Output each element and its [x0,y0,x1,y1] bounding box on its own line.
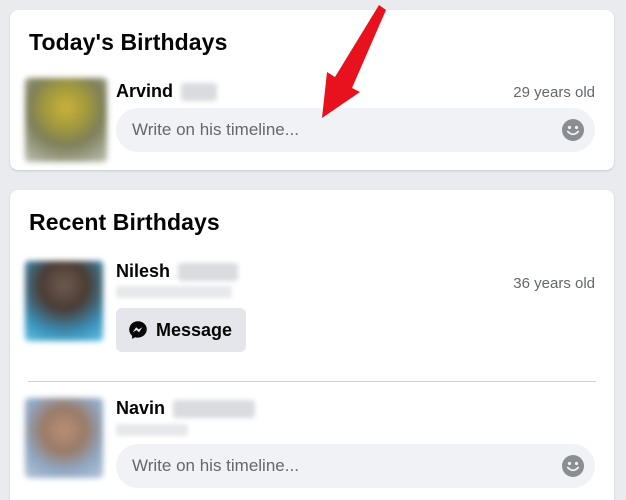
nilesh-age: 36 years old [513,275,595,292]
arvind-timeline-placeholder: Write on his timeline... [132,120,299,139]
birthdays-page: Today's Birthdays Arvind 29 years old Wr… [0,0,626,500]
arvind-age: 29 years old [513,84,595,101]
arvind-name-row[interactable]: Arvind [116,81,218,102]
nilesh-last-name-redacted [178,262,239,281]
navin-timeline-placeholder: Write on his timeline... [132,456,299,475]
arvind-last-name-redacted [181,82,218,101]
todays-birthdays-card: Today's Birthdays Arvind 29 years old Wr… [10,10,614,170]
navin-first-name[interactable]: Navin [116,398,165,419]
recent-birthdays-card: Recent Birthdays Nilesh 36 years old Mes… [10,190,614,500]
navin-subtitle-redacted [116,424,188,436]
navin-name-row[interactable]: Navin [116,398,256,419]
arvind-first-name[interactable]: Arvind [116,81,173,102]
nilesh-subtitle-redacted [116,286,232,298]
nilesh-first-name[interactable]: Nilesh [116,261,170,282]
todays-birthdays-title: Today's Birthdays [29,29,228,55]
person-divider [28,381,596,382]
navin-last-name-redacted [173,399,256,418]
navin-avatar[interactable] [25,398,103,478]
message-button[interactable]: Message [116,308,247,352]
arvind-timeline-input[interactable]: Write on his timeline... [116,108,595,152]
navin-timeline-input[interactable]: Write on his timeline... [116,444,595,488]
messenger-icon [129,321,147,339]
arvind-avatar[interactable] [25,78,107,162]
message-button-label: Message [156,319,233,340]
smiley-icon[interactable] [561,118,585,142]
nilesh-avatar[interactable] [25,261,103,341]
recent-birthdays-title: Recent Birthdays [29,209,220,235]
smiley-icon[interactable] [561,454,585,478]
nilesh-name-row[interactable]: Nilesh [116,261,239,282]
